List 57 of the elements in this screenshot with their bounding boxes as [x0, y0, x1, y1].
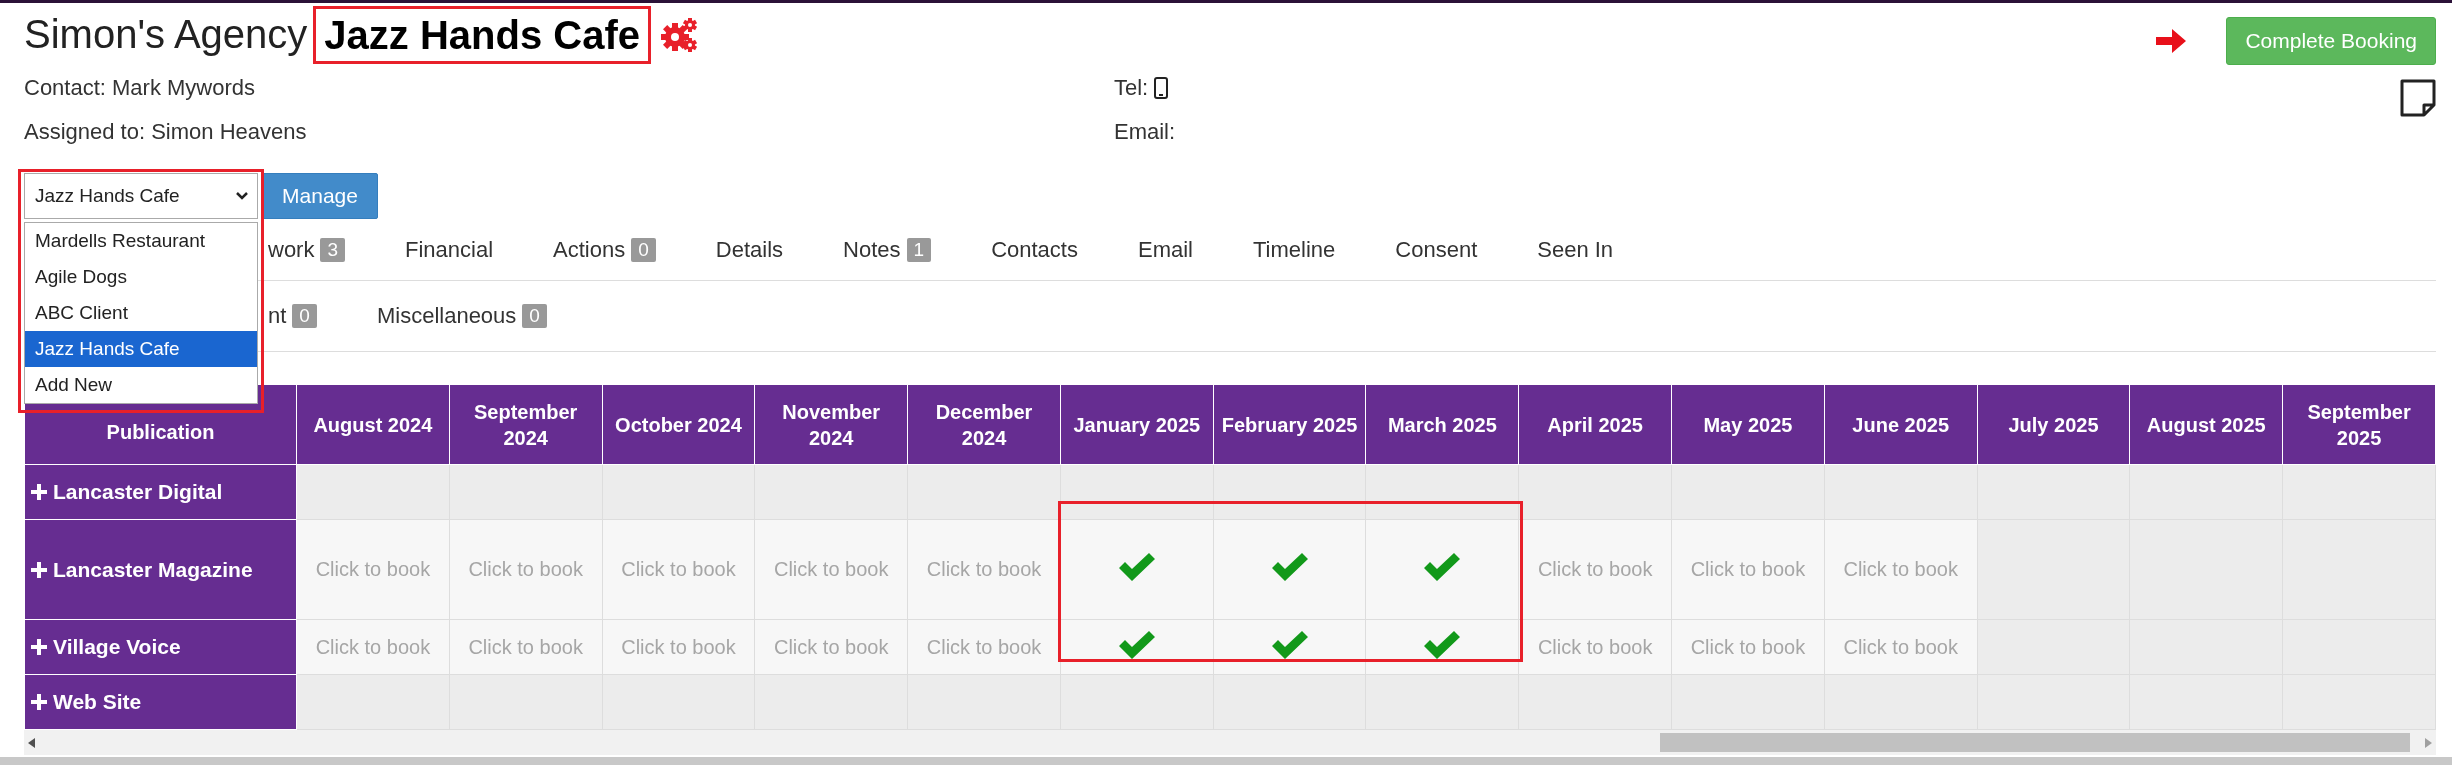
email-label: Email:: [1114, 118, 1177, 146]
column-header: January 2025: [1060, 384, 1214, 465]
count-badge: 0: [522, 304, 547, 328]
tab[interactable]: Details: [685, 237, 814, 263]
column-header: August 2025: [2129, 384, 2283, 465]
checkmark-icon: [1422, 629, 1463, 660]
mobile-phone-icon: [1154, 77, 1169, 99]
count-badge: 0: [292, 304, 317, 328]
tab[interactable]: Financial: [375, 237, 524, 263]
count-badge: 1: [906, 238, 932, 262]
tab[interactable]: Contacts: [961, 237, 1108, 263]
tab[interactable]: Seen In: [1507, 237, 1644, 263]
scroll-left-icon[interactable]: [28, 737, 36, 748]
tab[interactable]: nt 0: [268, 303, 347, 329]
plus-icon[interactable]: [31, 484, 47, 500]
column-header: August 2024: [296, 384, 450, 465]
dropdown-option[interactable]: ABC Client: [25, 295, 257, 331]
plus-icon[interactable]: [31, 639, 47, 655]
manage-button[interactable]: Manage: [262, 173, 378, 219]
column-header: September 2024: [449, 384, 603, 465]
assigned-text: Assigned to: Simon Heavens: [24, 118, 308, 146]
plus-icon[interactable]: [31, 561, 47, 578]
checkmark-icon: [1422, 552, 1463, 582]
dropdown-option[interactable]: Agile Dogs: [25, 259, 257, 295]
column-header: April 2025: [1518, 384, 1672, 465]
publication-name[interactable]: Lancaster Magazine: [53, 557, 253, 582]
column-header: March 2025: [1365, 384, 1519, 465]
column-header: February 2025: [1213, 384, 1366, 465]
contact-text: Contact: Mark Mywords: [24, 74, 257, 102]
count-badge: 3: [320, 238, 346, 262]
publication-name[interactable]: Web Site: [53, 690, 142, 714]
chevron-down-icon: [235, 191, 249, 201]
sticky-note-icon[interactable]: [2400, 79, 2436, 117]
dropdown-option[interactable]: Jazz Hands Cafe: [25, 331, 257, 367]
tab[interactable]: Consent: [1365, 237, 1508, 263]
tab[interactable]: Miscellaneous 0: [346, 303, 577, 329]
column-header: November 2024: [754, 384, 908, 465]
tab[interactable]: work 3: [268, 237, 376, 263]
plus-icon[interactable]: [31, 694, 47, 710]
agency-name: Simon's Agency: [24, 12, 308, 57]
column-header: July 2025: [1977, 384, 2130, 465]
tab[interactable]: Notes 1: [813, 237, 962, 263]
column-header: September 2025: [2282, 384, 2436, 465]
column-header: June 2025: [1824, 384, 1978, 465]
tab[interactable]: Actions 0: [523, 237, 686, 263]
column-header: December 2024: [907, 384, 1061, 465]
column-header: October 2024: [602, 384, 755, 465]
tab[interactable]: Timeline: [1222, 237, 1366, 263]
tel-label: Tel:: [1114, 74, 1149, 102]
client-select[interactable]: Jazz Hands Cafe: [24, 173, 258, 219]
dropdown-option[interactable]: Mardells Restaurant: [25, 223, 257, 259]
tab[interactable]: Email: [1107, 237, 1223, 263]
column-header: May 2025: [1671, 384, 1825, 465]
count-badge: 0: [631, 238, 656, 262]
settings-icon[interactable]: [661, 16, 699, 53]
client-name: Jazz Hands Cafe: [313, 5, 651, 64]
horizontal-scrollbar[interactable]: [24, 730, 2436, 755]
